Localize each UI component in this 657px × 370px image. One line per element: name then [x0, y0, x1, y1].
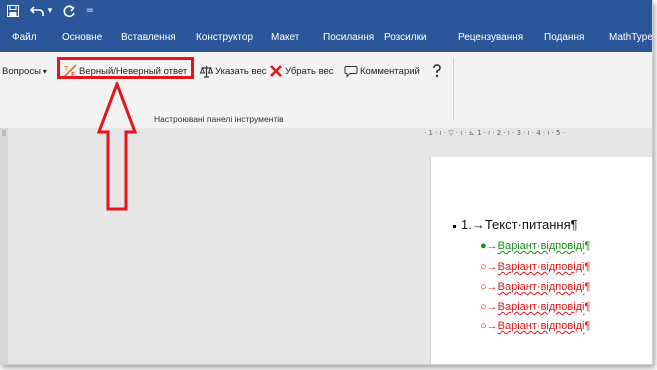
- answer-option[interactable]: ○→Варіант·відповіді¶: [480, 261, 590, 273]
- answer-text: Варіант·відповіді: [497, 261, 585, 273]
- ribbon-group-label: Настроювані панелі інструментів: [154, 114, 284, 124]
- tab-arrow: →: [486, 281, 498, 293]
- speech-bubble-icon: [344, 65, 358, 78]
- pilcrow-mark: ¶: [570, 217, 578, 232]
- save-icon[interactable]: [6, 3, 20, 19]
- tab-view[interactable]: Подання: [544, 23, 584, 52]
- annotation-arrow-icon: [97, 82, 137, 211]
- tab-review[interactable]: Рецензування: [458, 23, 523, 52]
- question-marker-icon: [453, 225, 456, 228]
- comment-label: Комментарий: [360, 65, 420, 77]
- empty-bullet-icon: ○: [480, 301, 487, 313]
- tab-arrow: →: [486, 240, 498, 252]
- comment-button[interactable]: Комментарий: [344, 62, 420, 80]
- answer-text: Варіант·відповіді: [497, 281, 585, 293]
- tab-mailings[interactable]: Розсилки: [384, 23, 427, 52]
- answer-text: Варіант·відповіді: [497, 240, 585, 252]
- pilcrow-mark: ¶: [584, 320, 591, 332]
- word-window: ▾ = Файл Основне Вставлення Конструктор …: [0, 0, 653, 365]
- question-line[interactable]: 1.→Текст·питання¶: [461, 217, 578, 232]
- tab-arrow: →: [486, 301, 498, 313]
- question-number: 1.: [461, 217, 472, 232]
- remove-weight-label: Убрать вес: [285, 65, 334, 77]
- pilcrow-mark: ¶: [584, 240, 591, 252]
- set-weight-label: Указать вес: [215, 65, 267, 77]
- tab-arrow: →: [486, 320, 498, 332]
- tab-references[interactable]: Посилання: [323, 23, 374, 52]
- tab-layout[interactable]: Макет: [271, 23, 299, 52]
- horizontal-ruler[interactable]: · 1 · ı · ▽ · ı · ⊾ 1 · ı · 2 · ı · 3 · …: [424, 129, 652, 138]
- undo-dropdown-icon[interactable]: ▾: [46, 3, 54, 19]
- tab-insert[interactable]: Вставлення: [121, 23, 176, 52]
- question-text: Текст·питання: [484, 217, 571, 232]
- tab-home[interactable]: Основне: [62, 23, 102, 52]
- tab-mathtype[interactable]: MathType: [609, 23, 652, 52]
- empty-bullet-icon: ○: [480, 320, 487, 332]
- ruler-marker: [2, 130, 6, 136]
- answer-option-correct[interactable]: ●→Варіант·відповіді¶: [480, 240, 590, 252]
- questions-menu-button[interactable]: Вопросы ▾: [2, 62, 47, 80]
- answer-option[interactable]: ○→Варіант·відповіді¶: [480, 281, 590, 293]
- answer-text: Варіант·відповіді: [497, 301, 585, 313]
- remove-weight-button[interactable]: Убрать вес: [269, 62, 334, 80]
- red-cross-icon: [269, 64, 283, 78]
- title-bar: ▾ =: [0, 0, 652, 23]
- empty-bullet-icon: ○: [480, 281, 487, 293]
- chevron-down-icon: ▾: [42, 66, 47, 76]
- answer-option[interactable]: ○→Варіант·відповіді¶: [480, 320, 590, 332]
- customize-qat-icon[interactable]: =: [85, 3, 95, 19]
- pilcrow-mark: ¶: [584, 301, 591, 313]
- ribbon-tabs: Файл Основне Вставлення Конструктор Маке…: [0, 23, 652, 52]
- questions-label: Вопросы: [2, 65, 41, 77]
- scales-icon: [200, 65, 213, 78]
- tab-arrow: →: [471, 217, 485, 232]
- set-weight-button[interactable]: Указать вес: [200, 62, 267, 80]
- help-question-icon: [431, 64, 443, 78]
- tab-file[interactable]: Файл: [12, 23, 37, 52]
- ribbon-group-separator: [453, 58, 454, 120]
- pilcrow-mark: ¶: [584, 281, 591, 293]
- redo-icon[interactable]: [62, 3, 76, 19]
- help-button[interactable]: [431, 62, 445, 80]
- tab-arrow: →: [486, 261, 498, 273]
- vertical-ruler[interactable]: [0, 128, 8, 364]
- annotation-highlight-box: [57, 57, 194, 79]
- pilcrow-mark: ¶: [584, 261, 591, 273]
- undo-icon[interactable]: [29, 3, 45, 19]
- tab-design[interactable]: Конструктор: [196, 23, 253, 52]
- empty-bullet-icon: ○: [480, 261, 487, 273]
- answer-text: Варіант·відповіді: [497, 320, 585, 332]
- filled-bullet-icon: ●: [480, 240, 487, 252]
- answer-option[interactable]: ○→Варіант·відповіді¶: [480, 301, 590, 313]
